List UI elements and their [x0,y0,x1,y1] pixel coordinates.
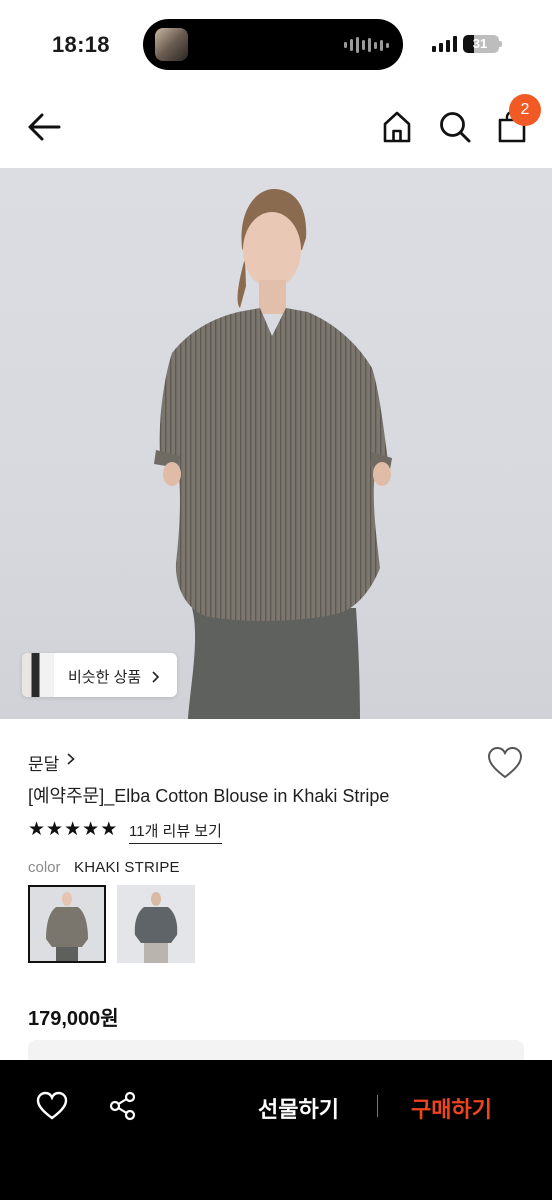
dynamic-island[interactable] [143,19,403,70]
color-label: color [28,859,61,876]
cellular-signal-icon [432,36,457,52]
brand-link[interactable]: 문달 [28,750,59,775]
home-icon[interactable] [381,110,413,144]
gift-button[interactable]: 선물하기 [258,1092,339,1124]
back-arrow-icon[interactable] [26,110,64,144]
similar-products-thumbnail [22,653,54,697]
chevron-right-icon[interactable] [66,752,76,766]
share-icon[interactable] [108,1091,138,1121]
star-icon: ★ [100,819,118,840]
star-icon: ★ [46,819,64,840]
battery-icon: 31 [463,35,499,53]
star-icon: ★ [28,819,46,840]
swatch-thumbnail [30,887,104,961]
swatch-thumbnail [117,885,195,963]
wishlist-heart-icon[interactable] [487,746,523,780]
product-price: 179,000원 [28,1008,119,1030]
divider [377,1095,378,1117]
color-value: KHAKI STRIPE [74,859,180,876]
product-image[interactable] [0,168,552,719]
star-icon: ★ [64,819,82,840]
model-photo [154,188,392,719]
buy-button[interactable]: 구매하기 [411,1092,492,1124]
color-swatch-khaki-stripe[interactable] [28,885,106,963]
similar-products-button[interactable]: 비슷한 상품 [22,653,177,697]
status-time: 18:18 [52,32,110,57]
product-detail-page: 18:18 31 2 비슷한 상품 문달 [예약주문]_Elba Cotton … [0,0,552,1200]
star-icon: ★ [82,819,100,840]
bottom-action-bar: 선물하기 구매하기 [0,1060,552,1200]
similar-products-label: 비슷한 상품 [68,666,161,687]
now-playing-artwork [155,28,188,61]
search-icon[interactable] [438,110,472,144]
color-swatch-alt[interactable] [117,885,195,963]
cart-count-badge: 2 [509,94,541,126]
top-nav [0,88,552,168]
status-bar: 18:18 31 [0,0,552,88]
battery-cap [499,41,502,47]
wishlist-heart-icon[interactable] [36,1091,68,1121]
review-link[interactable]: 11개 리뷰 보기 [129,820,222,844]
audio-waveform-icon [344,36,389,54]
chevron-right-icon [152,671,160,683]
product-title: [예약주문]_Elba Cotton Blouse in Khaki Strip… [28,786,390,806]
rating-stars: ★ ★ ★ ★ ★ [28,820,117,840]
battery-level: 31 [472,36,488,51]
